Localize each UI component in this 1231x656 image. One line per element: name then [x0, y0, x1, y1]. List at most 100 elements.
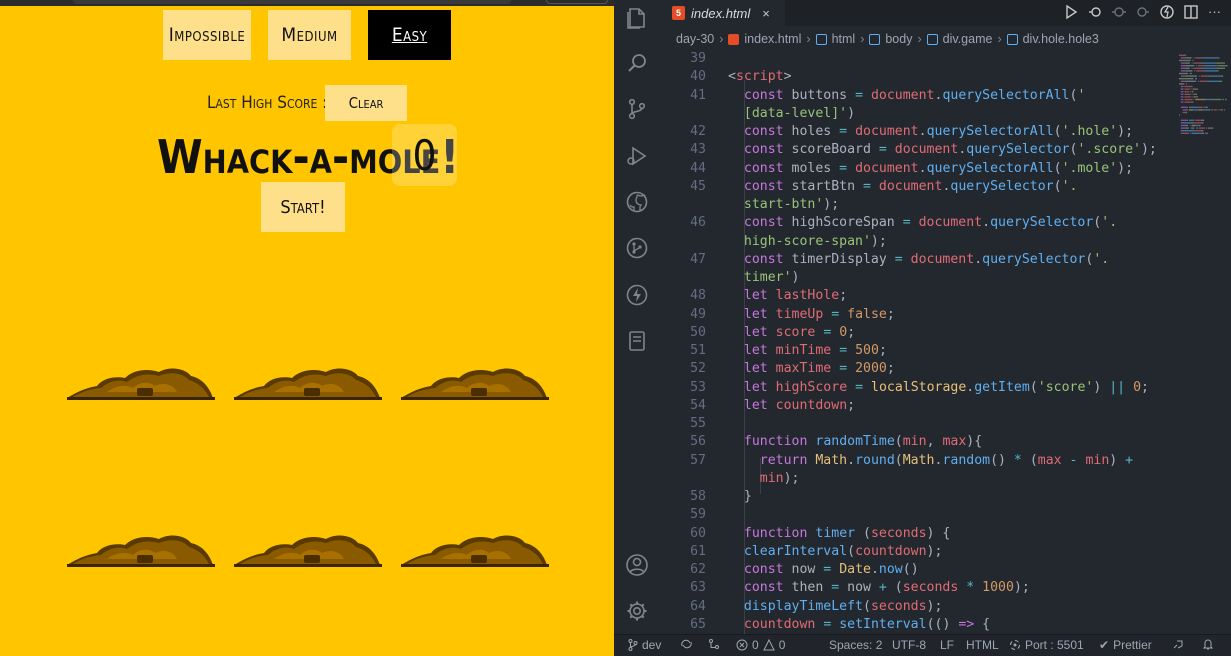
more-actions-icon[interactable]: ··· [1208, 4, 1221, 20]
code-line[interactable]: 61 clearInterval(countdown); [660, 543, 1175, 561]
language-mode[interactable]: HTML [966, 638, 999, 652]
indentation-setting[interactable]: Spaces: 2 [829, 638, 882, 652]
close-icon[interactable]: × [762, 6, 770, 21]
code-line[interactable]: 57 return Math.round(Math.random() * (ma… [660, 452, 1175, 470]
live-server-icon[interactable] [1160, 4, 1174, 20]
split-editor-icon[interactable] [1184, 4, 1198, 20]
tab-index-html[interactable]: 5 index.html × [660, 0, 785, 26]
level-medium-button[interactable]: Medium [268, 10, 351, 60]
code-line[interactable]: 50 let score = 0; [660, 324, 1175, 342]
code-token: = [902, 215, 911, 231]
code-line[interactable]: 43 const scoreBoard = document.querySele… [660, 141, 1175, 159]
notebook-icon[interactable] [625, 329, 649, 353]
code-token: countdown [743, 616, 816, 632]
code-line[interactable]: 39 [660, 50, 1175, 68]
sync-icon[interactable] [680, 638, 693, 650]
hole-1[interactable] [67, 364, 215, 400]
problems-indicator[interactable]: 0 0 [736, 638, 785, 652]
compare-icon[interactable] [1112, 4, 1126, 20]
run-icon[interactable] [1064, 4, 1078, 20]
code-line[interactable]: 46 const highScoreSpan = document.queryS… [660, 214, 1175, 232]
go-back-icon[interactable] [1088, 4, 1102, 20]
level-impossible-button[interactable]: Impossible [163, 10, 251, 60]
feedback-icon[interactable] [1172, 638, 1184, 650]
notifications-bell-icon[interactable] [1202, 638, 1214, 650]
code-line[interactable]: 54 let countdown; [660, 397, 1175, 415]
code-token: querySelectorAll [926, 124, 1054, 139]
code-line[interactable]: 55 [660, 415, 1175, 433]
code-line[interactable]: 45 const startBtn = document.querySelect… [660, 178, 1175, 196]
code-line[interactable]: start-btn'); [660, 196, 1175, 214]
code-token: ; [886, 306, 895, 322]
code-token: ); [823, 197, 840, 212]
minimap[interactable] [1175, 50, 1231, 634]
hole-6[interactable] [401, 531, 549, 567]
code-line[interactable]: 56 function randomTime(min, max){ [660, 433, 1175, 451]
encoding-setting[interactable]: UTF-8 [892, 638, 926, 652]
code-line[interactable]: 65 countdown = setInterval(() => { [660, 616, 1175, 634]
code-line[interactable]: 53 let highScore = localStorage.getItem(… [660, 379, 1175, 397]
code-line[interactable]: [data-level]') [660, 105, 1175, 123]
branch-indicator[interactable]: dev [628, 638, 661, 652]
code-line[interactable]: 47 const timerDisplay = document.querySe… [660, 251, 1175, 269]
remote-icon[interactable] [708, 638, 720, 650]
code-line[interactable]: min); [660, 470, 1175, 488]
search-icon[interactable] [625, 51, 649, 75]
level-easy-button[interactable]: Easy [368, 10, 451, 60]
live-server-port[interactable]: Port : 5501 [1009, 638, 1084, 652]
eol-setting[interactable]: LF [940, 638, 954, 652]
code-text-area[interactable]: 39 40 <script> 41 const buttons = document.… [660, 50, 1175, 634]
code-line[interactable]: high-score-span'); [660, 233, 1175, 251]
code-line[interactable]: 42 const holes = document.querySelectorA… [660, 123, 1175, 141]
code-line[interactable]: 44 const moles = document.querySelectorA… [660, 160, 1175, 178]
code-line[interactable]: 51 let minTime = 500; [660, 342, 1175, 360]
code-token: moles [783, 160, 840, 176]
run-debug-icon[interactable] [625, 144, 649, 168]
code-token: let [743, 343, 768, 358]
github-icon[interactable] [625, 190, 649, 214]
settings-gear-icon[interactable] [625, 599, 649, 623]
account-icon[interactable] [625, 553, 649, 577]
code-line[interactable]: 41 const buttons = document.querySelecto… [660, 87, 1175, 105]
breadcrumb-folder[interactable]: day-30 [676, 32, 714, 46]
breadcrumb-div-game[interactable]: div.game [943, 32, 993, 46]
start-button[interactable]: Start! [261, 182, 345, 232]
code-line[interactable]: 64 displayTimeLeft(seconds); [660, 598, 1175, 616]
lightning-icon[interactable] [625, 283, 649, 307]
explorer-icon[interactable] [625, 6, 649, 30]
prettier-status[interactable]: ✔ Prettier [1099, 638, 1152, 652]
code-line[interactable]: 40 <script> [660, 68, 1175, 86]
breadcrumb-div-hole[interactable]: div.hole.hole3 [1023, 32, 1099, 46]
clear-high-score-button[interactable]: Clear [325, 85, 407, 121]
code-token: countdown [855, 543, 927, 559]
hole-5[interactable] [234, 531, 382, 567]
code-token: * [1013, 452, 1022, 468]
code-line[interactable]: 60 function timer (seconds) { [660, 525, 1175, 543]
chevron-right-icon: › [997, 32, 1002, 46]
browser-button[interactable] [546, 0, 608, 4]
minimap-line [1180, 96, 1184, 98]
code-line[interactable]: 49 let timeUp = false; [660, 306, 1175, 324]
code-line[interactable]: 59 [660, 506, 1175, 524]
go-forward-icon[interactable] [1136, 4, 1150, 20]
code-token: const [743, 580, 784, 596]
code-line[interactable]: 48 let lastHole; [660, 287, 1175, 305]
code-token: lastHole [775, 288, 840, 304]
code-line[interactable]: 58 } [660, 488, 1175, 506]
git-graph-icon[interactable] [625, 236, 649, 260]
code-line[interactable]: timer') [660, 269, 1175, 287]
hole-3[interactable] [401, 364, 549, 400]
breadcrumb-html[interactable]: html [832, 32, 856, 46]
hole-4[interactable] [67, 531, 215, 567]
breadcrumb-file[interactable]: index.html [744, 32, 801, 46]
minimap-line [1193, 98, 1195, 101]
code-line[interactable]: 63 const then = now + (seconds * 1000); [660, 579, 1175, 597]
code-line[interactable]: 52 let maxTime = 2000; [660, 360, 1175, 378]
code-line[interactable]: 62 const now = Date.now() [660, 561, 1175, 579]
address-bar[interactable] [72, 0, 512, 4]
hole-2[interactable] [234, 364, 382, 400]
source-control-icon[interactable] [625, 97, 649, 121]
breadcrumb-body[interactable]: body [885, 32, 912, 46]
